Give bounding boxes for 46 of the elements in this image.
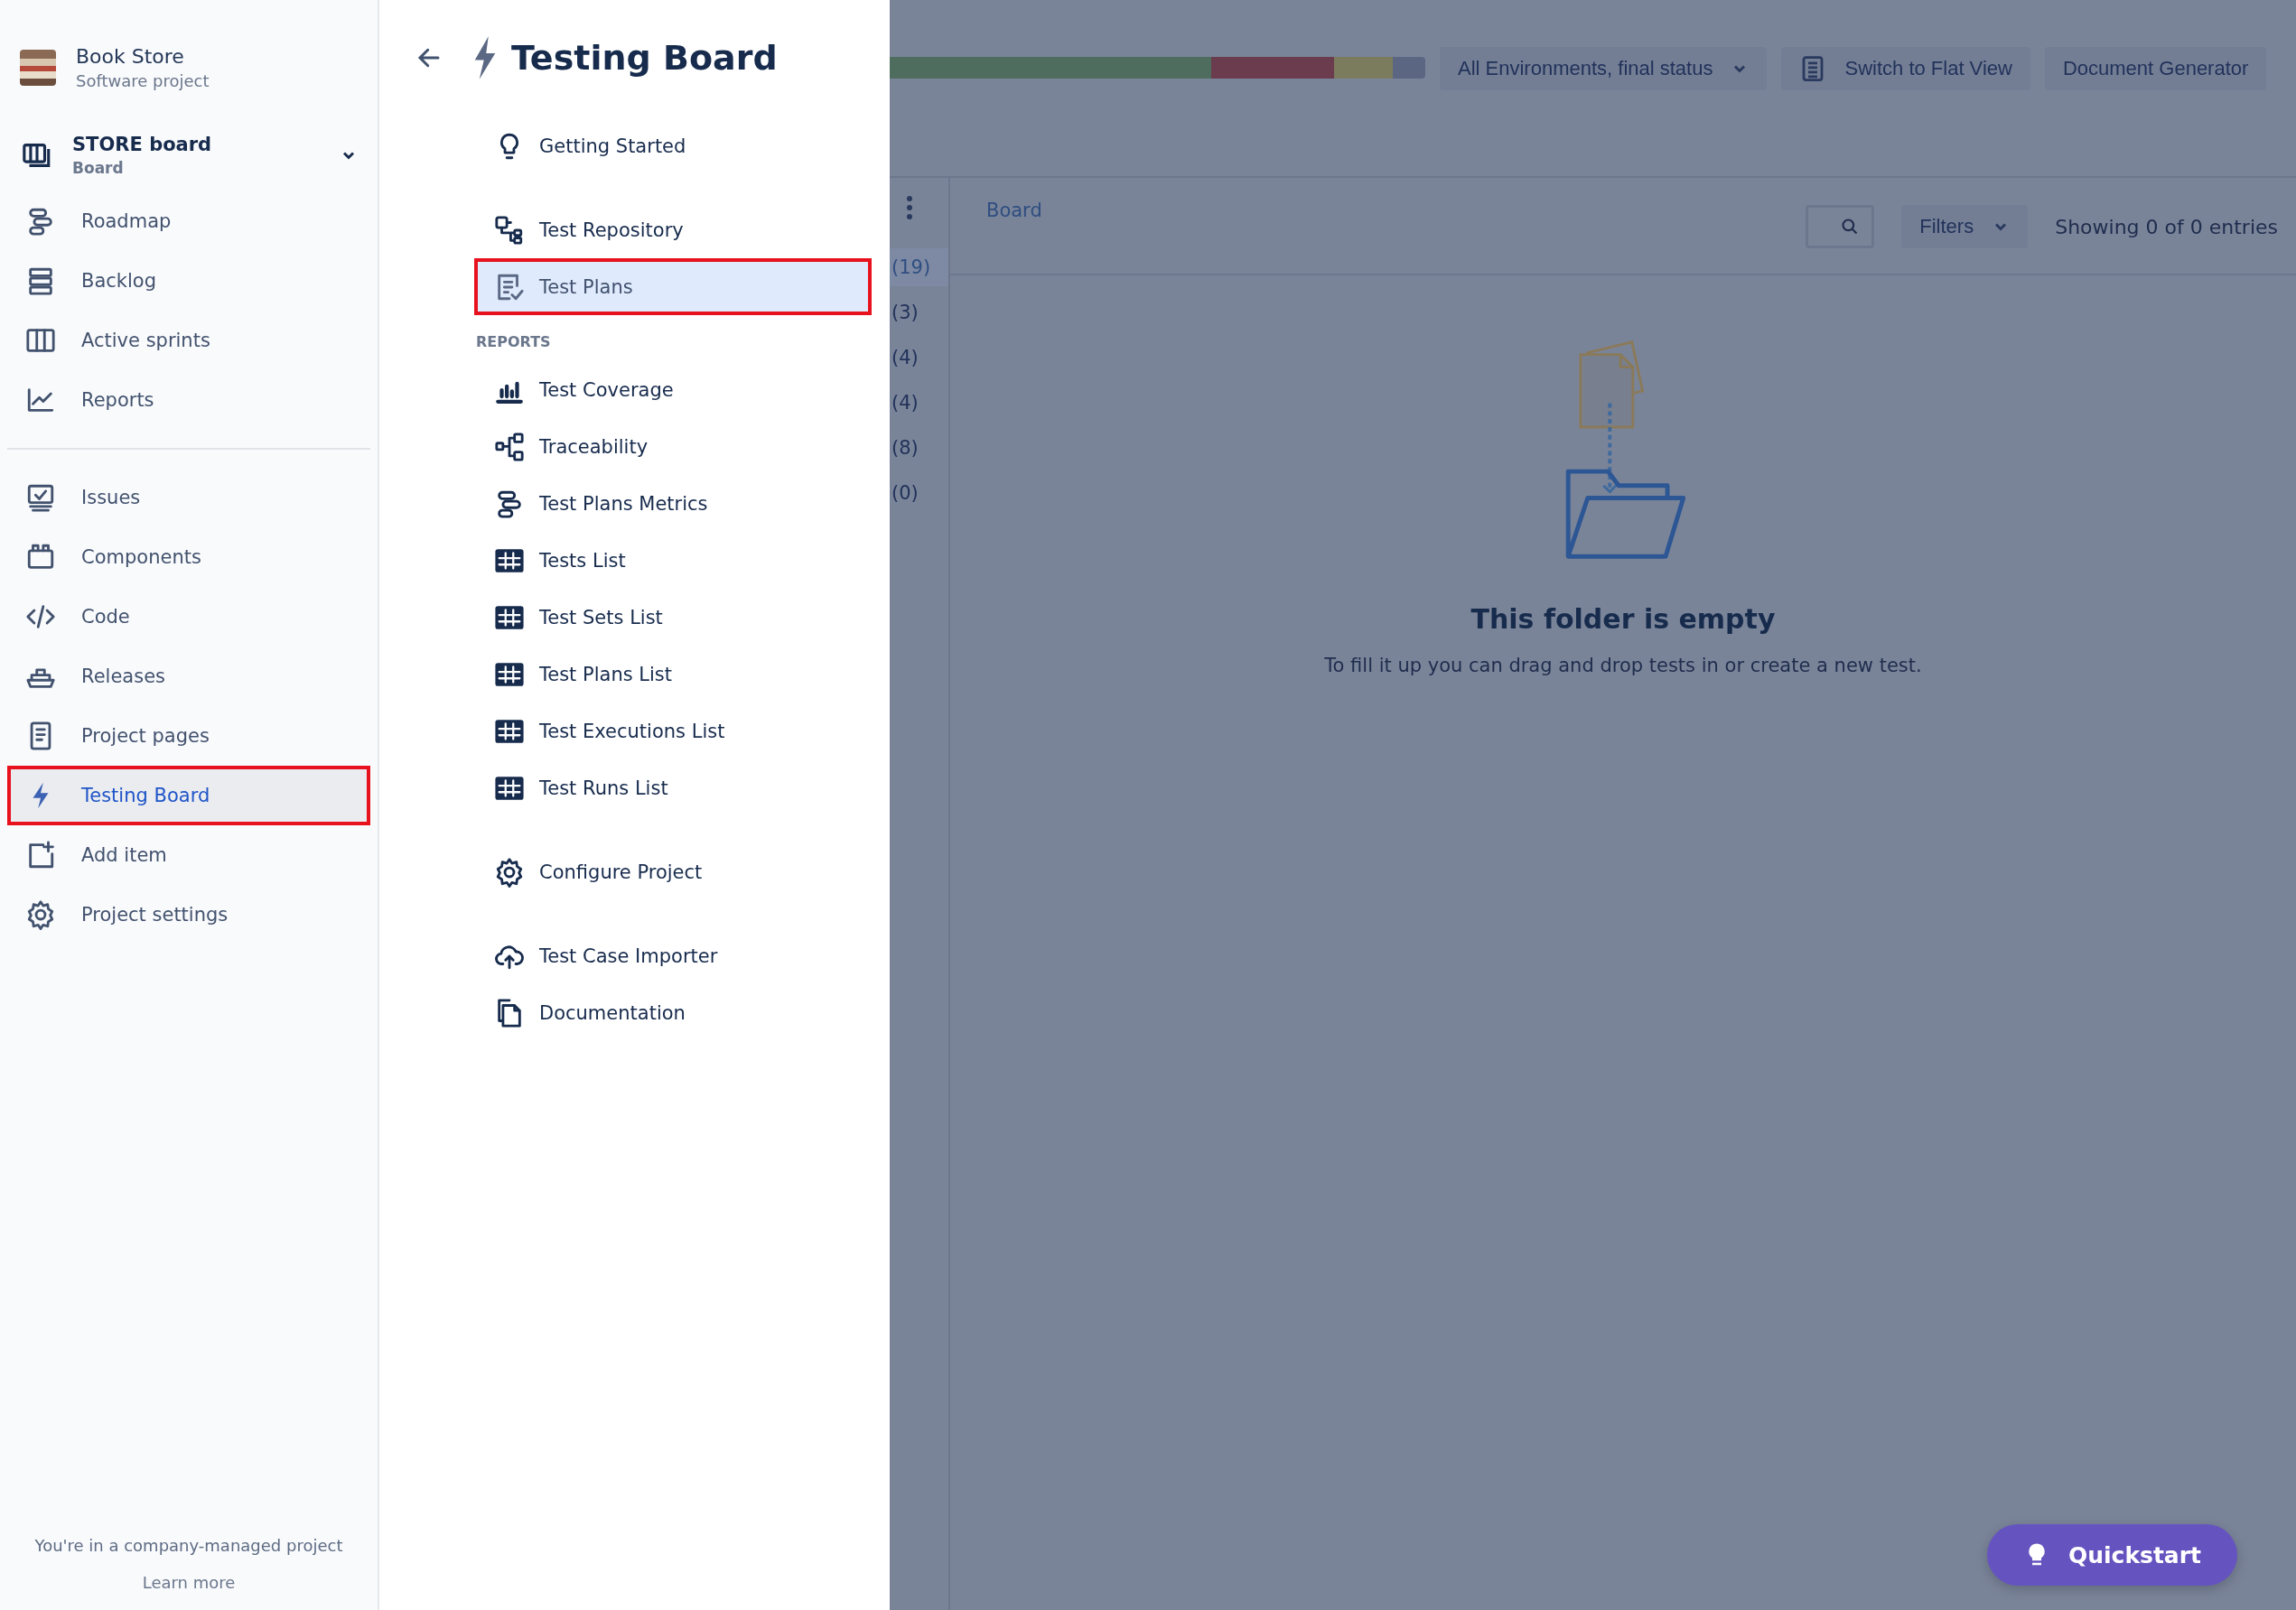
more-icon[interactable] (906, 194, 913, 221)
panel-title: Testing Board (511, 38, 778, 78)
sidebar-item[interactable]: Reports (7, 370, 370, 430)
menu-item[interactable]: Tests List (474, 532, 872, 589)
menu-item[interactable]: Test Plans List (474, 646, 872, 703)
sidebar-item[interactable]: Testing Board (7, 766, 370, 825)
empty-state-title: This folder is empty (1470, 603, 1776, 635)
sidebar-item[interactable]: Active sprints (7, 311, 370, 370)
menu-item[interactable]: Traceability (474, 418, 872, 475)
menu-item[interactable]: Test Coverage (474, 361, 872, 418)
menu-item[interactable]: Test Repository (474, 201, 872, 258)
menu-item[interactable]: Test Plans (474, 258, 872, 315)
footer-text: You're in a company-managed project (34, 1536, 343, 1555)
sidebar-item[interactable]: Project pages (7, 706, 370, 766)
menu-item[interactable]: Test Sets List (474, 589, 872, 646)
sidebar-item[interactable]: Components (7, 527, 370, 587)
menu-item[interactable]: Test Plans Metrics (474, 475, 872, 532)
project-name: Book Store (76, 45, 185, 68)
project-type: Software project (76, 71, 210, 90)
menu-item[interactable]: Getting Started (474, 117, 872, 174)
sidebar-item[interactable]: Roadmap (7, 191, 370, 251)
entries-count: Showing 0 of 0 entries (2055, 216, 2278, 238)
sidebar-item[interactable]: Add item (7, 825, 370, 885)
search-field[interactable] (1806, 205, 1875, 248)
tree-icon (494, 431, 525, 462)
board-selector[interactable]: STORE board Board (7, 126, 370, 191)
quickstart-button[interactable]: Quickstart (1986, 1524, 2237, 1586)
menu-item[interactable]: Test Case Importer (474, 927, 872, 984)
sidebar-item[interactable]: Code (7, 587, 370, 647)
menu-item[interactable]: Test Executions List (474, 703, 872, 759)
empty-state-text: To fill it up you can drag and drop tests in or create a new test. (1324, 655, 1922, 676)
sidebar-item[interactable]: Releases (7, 647, 370, 706)
menu-item[interactable]: Documentation (474, 984, 872, 1041)
menu-item[interactable]: Configure Project (474, 843, 872, 900)
menu-item[interactable]: Test Runs List (474, 759, 872, 816)
hierarchy-icon (494, 214, 525, 246)
monitor-check-icon (25, 482, 56, 513)
project-avatar (20, 50, 56, 86)
learn-more-link[interactable]: Learn more (142, 1573, 236, 1592)
sidebar-item[interactable]: Issues (7, 468, 370, 527)
settings-icon (494, 856, 525, 888)
settings-icon (25, 899, 56, 930)
search-icon (1841, 218, 1860, 236)
sidebar-item[interactable]: Backlog (7, 251, 370, 311)
sidebar-item[interactable]: Project settings (7, 885, 370, 945)
section-heading: REPORTS (476, 333, 552, 350)
